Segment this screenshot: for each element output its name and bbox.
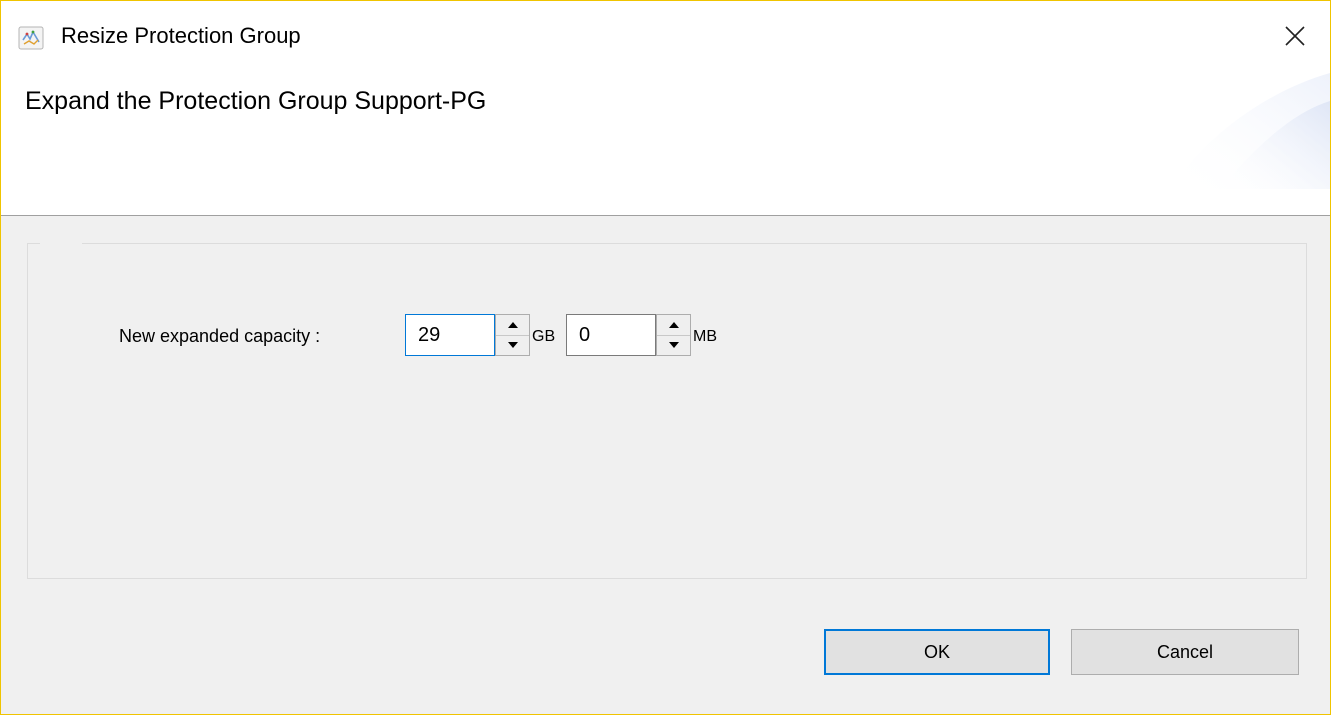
chevron-up-icon: [507, 321, 518, 328]
cancel-button[interactable]: Cancel: [1071, 629, 1299, 675]
page-title: Expand the Protection Group Support-PG: [25, 87, 487, 115]
window-title: Resize Protection Group: [61, 23, 301, 48]
close-icon: [1285, 26, 1305, 46]
capacity-group-box: New expanded capacity : 29 GB 0 MB: [27, 242, 1307, 579]
chevron-down-icon: [668, 342, 679, 349]
header-decoration: [1170, 73, 1330, 189]
title-bar[interactable]: Resize Protection Group: [1, 1, 1330, 73]
gb-spinner[interactable]: [495, 314, 530, 356]
mb-increment-button[interactable]: [657, 315, 690, 335]
mb-unit-label: MB: [693, 328, 717, 345]
dialog-header: Expand the Protection Group Support-PG: [1, 73, 1330, 215]
chevron-up-icon: [668, 321, 679, 328]
ok-button[interactable]: OK: [824, 629, 1050, 675]
mb-spinner[interactable]: [656, 314, 691, 356]
chevron-down-icon: [507, 342, 518, 349]
close-button[interactable]: [1260, 1, 1330, 71]
dialog-body: New expanded capacity : 29 GB 0 MB OK Ca…: [1, 216, 1330, 714]
gb-decrement-button[interactable]: [496, 334, 529, 355]
resize-protection-group-dialog: Resize Protection Group Expand the Prote…: [0, 0, 1331, 715]
capacity-label: New expanded capacity :: [119, 326, 321, 346]
app-icon: [18, 26, 44, 50]
group-box-caption-gap: [40, 242, 82, 246]
gb-value-input[interactable]: 29: [405, 314, 495, 356]
mb-value-input[interactable]: 0: [566, 314, 656, 356]
mb-decrement-button[interactable]: [657, 334, 690, 355]
gb-increment-button[interactable]: [496, 315, 529, 335]
gb-unit-label: GB: [532, 328, 556, 345]
